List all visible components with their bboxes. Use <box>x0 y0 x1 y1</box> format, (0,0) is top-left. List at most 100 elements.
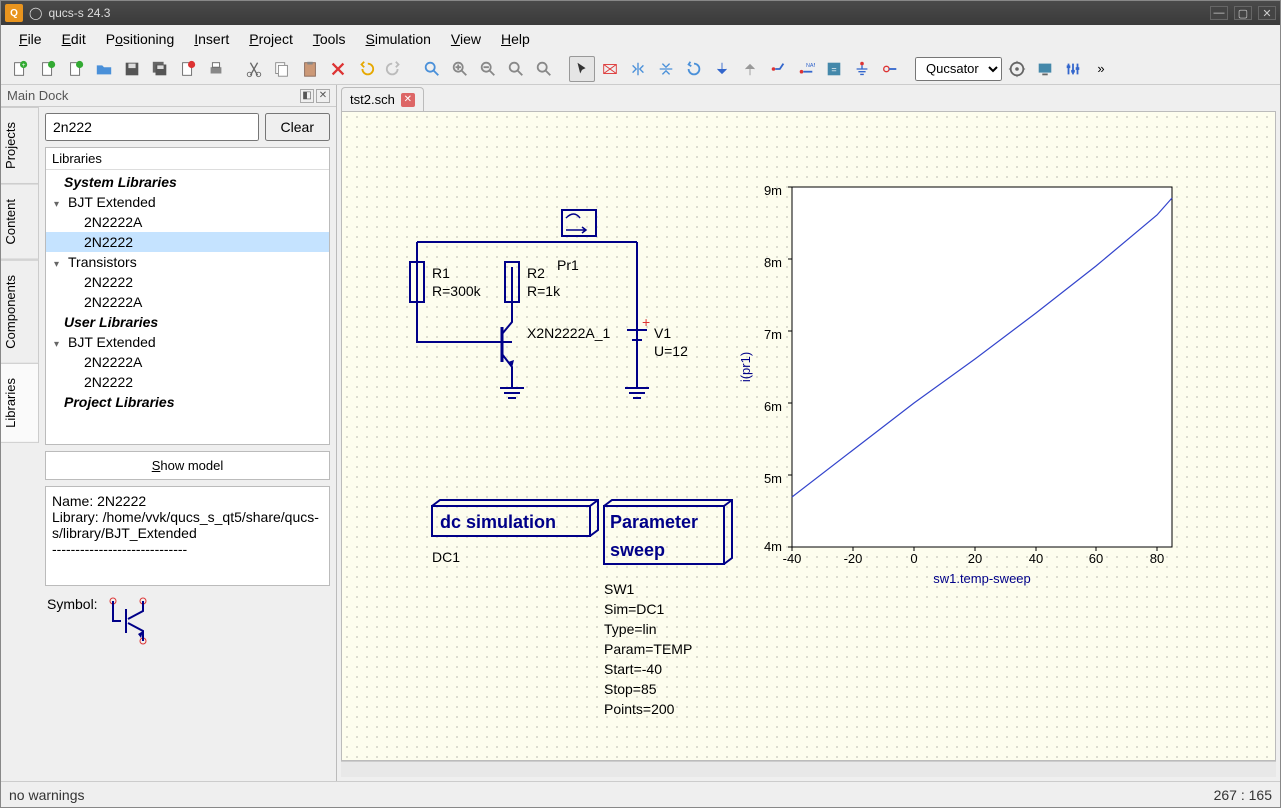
tree-system-header: System Libraries <box>46 172 329 192</box>
new-text-icon[interactable] <box>35 56 61 82</box>
menu-edit[interactable]: Edit <box>52 27 96 51</box>
svg-text:X2N2222A_1: X2N2222A_1 <box>527 325 611 341</box>
svg-text:NAME: NAME <box>806 63 815 69</box>
move-up-icon[interactable] <box>737 56 763 82</box>
libraries-label: Libraries <box>46 148 329 170</box>
file-tab-label: tst2.sch <box>350 92 395 107</box>
file-tab[interactable]: tst2.sch ✕ <box>341 87 424 111</box>
tab-content[interactable]: Content <box>1 184 39 260</box>
tree-user-header: User Libraries <box>46 312 329 332</box>
tree-item[interactable]: 2N2222A <box>46 212 329 232</box>
tree-item[interactable]: 2N2222 <box>46 272 329 292</box>
zoom-area-icon[interactable] <box>531 56 557 82</box>
redo-icon[interactable] <box>381 56 407 82</box>
svg-text:4m: 4m <box>764 539 782 554</box>
minimize-button[interactable]: — <box>1210 6 1228 20</box>
zoom-out-icon[interactable] <box>475 56 501 82</box>
maximize-button[interactable]: ▢ <box>1234 6 1252 20</box>
svg-text:-20: -20 <box>844 551 863 566</box>
new-doc-icon[interactable]: + <box>7 56 33 82</box>
svg-text:Sim=DC1: Sim=DC1 <box>604 601 665 617</box>
more-icon[interactable]: » <box>1088 56 1114 82</box>
dock-float-button[interactable]: ◧ <box>300 89 314 103</box>
tree-group-bjt-extended[interactable]: BJT Extended <box>46 192 329 212</box>
svg-text:Stop=85: Stop=85 <box>604 681 657 697</box>
tree-item[interactable]: 2N2222A <box>46 292 329 312</box>
menu-insert[interactable]: Insert <box>184 27 239 51</box>
menu-project[interactable]: Project <box>239 27 303 51</box>
tree-group-bjt-extended-user[interactable]: BJT Extended <box>46 332 329 352</box>
search-input[interactable] <box>45 113 259 141</box>
svg-text:Start=-40: Start=-40 <box>604 661 662 677</box>
menu-help[interactable]: Help <box>491 27 540 51</box>
menu-tools[interactable]: Tools <box>303 27 356 51</box>
dock-title: Main Dock <box>7 88 68 103</box>
svg-text:-40: -40 <box>783 551 802 566</box>
svg-text:Param=TEMP: Param=TEMP <box>604 641 692 657</box>
mirror-v-icon[interactable] <box>653 56 679 82</box>
zoom-fit-icon[interactable] <box>419 56 445 82</box>
delete-icon[interactable] <box>325 56 351 82</box>
save-icon[interactable] <box>119 56 145 82</box>
svg-text:40: 40 <box>1029 551 1043 566</box>
deactivate-icon[interactable] <box>597 56 623 82</box>
svg-text:6m: 6m <box>764 399 782 414</box>
svg-text:20: 20 <box>968 551 982 566</box>
toolbar: + NAME = Qucsator <box>1 53 1280 85</box>
svg-text:SW1: SW1 <box>604 581 635 597</box>
tune-icon[interactable] <box>1060 56 1086 82</box>
menu-file[interactable]: File <box>9 27 52 51</box>
library-tree[interactable]: System Libraries BJT Extended 2N2222A 2N… <box>46 170 329 444</box>
move-down-icon[interactable] <box>709 56 735 82</box>
display-icon[interactable] <box>1032 56 1058 82</box>
tree-item-selected[interactable]: 2N2222 <box>46 232 329 252</box>
svg-text:Type=lin: Type=lin <box>604 621 657 637</box>
simulate-icon[interactable] <box>1004 56 1030 82</box>
mirror-h-icon[interactable] <box>625 56 651 82</box>
zoom-in-icon[interactable] <box>447 56 473 82</box>
paste-icon[interactable] <box>297 56 323 82</box>
menu-view[interactable]: View <box>441 27 491 51</box>
horizontal-scrollbar[interactable] <box>341 761 1276 777</box>
tab-libraries[interactable]: Libraries <box>1 363 39 443</box>
zoom-100-icon[interactable] <box>503 56 529 82</box>
menu-positioning[interactable]: Positioning <box>96 27 185 51</box>
svg-text:dc simulation: dc simulation <box>440 512 556 532</box>
undo-icon[interactable] <box>353 56 379 82</box>
print-icon[interactable] <box>203 56 229 82</box>
component-description: Name: 2N2222 Library: /home/vvk/qucs_s_q… <box>45 486 330 586</box>
simulator-select[interactable]: Qucsator <box>915 57 1002 81</box>
new-symbol-icon[interactable] <box>63 56 89 82</box>
svg-text:Points=200: Points=200 <box>604 701 675 717</box>
svg-text:9m: 9m <box>764 183 782 198</box>
copy-icon[interactable] <box>269 56 295 82</box>
clear-button[interactable]: Clear <box>265 113 330 141</box>
tab-components[interactable]: Components <box>1 260 39 364</box>
tree-item[interactable]: 2N2222 <box>46 372 329 392</box>
tab-projects[interactable]: Projects <box>1 107 39 184</box>
open-icon[interactable] <box>91 56 117 82</box>
menu-simulation[interactable]: Simulation <box>356 27 441 51</box>
svg-text:R1: R1 <box>432 265 450 281</box>
svg-text:Parameter: Parameter <box>610 512 698 532</box>
close-button[interactable]: ✕ <box>1258 6 1276 20</box>
svg-text:+: + <box>642 314 650 330</box>
wire-label-icon[interactable]: NAME <box>793 56 819 82</box>
window-title: qucs-s 24.3 <box>48 6 110 20</box>
svg-text:0: 0 <box>910 551 917 566</box>
dock-close-button[interactable]: ✕ <box>316 89 330 103</box>
tree-item[interactable]: 2N2222A <box>46 352 329 372</box>
close-tab-button[interactable]: ✕ <box>401 93 415 107</box>
pointer-icon[interactable] <box>569 56 595 82</box>
port-icon[interactable] <box>877 56 903 82</box>
show-model-button[interactable]: Show model <box>45 451 330 480</box>
wire-icon[interactable] <box>765 56 791 82</box>
ground-icon[interactable] <box>849 56 875 82</box>
equation-icon[interactable]: = <box>821 56 847 82</box>
save-all-icon[interactable] <box>147 56 173 82</box>
schematic-canvas[interactable]: Pr1 R1 R=300k R2 R=1k X <box>342 112 1275 760</box>
rotate-icon[interactable] <box>681 56 707 82</box>
close-file-icon[interactable] <box>175 56 201 82</box>
tree-group-transistors[interactable]: Transistors <box>46 252 329 272</box>
cut-icon[interactable] <box>241 56 267 82</box>
